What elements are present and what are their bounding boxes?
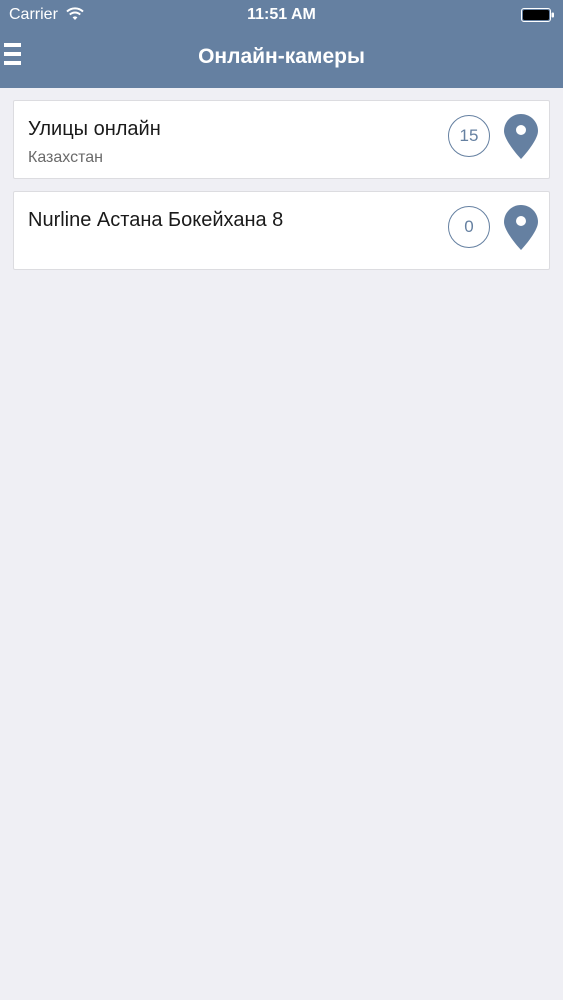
list-item-title: Nurline Астана Бокейхана 8 bbox=[28, 209, 284, 231]
status-bar: Carrier 11:51 AM bbox=[0, 0, 563, 30]
battery-icon bbox=[521, 8, 554, 22]
list-item-title: Улицы онлайн bbox=[28, 118, 161, 140]
map-pin-icon[interactable] bbox=[504, 114, 538, 159]
camera-list: Улицы онлайн Казахстан 15 Nurline Астана… bbox=[13, 100, 550, 282]
navigation-bar: Онлайн-камеры bbox=[0, 30, 563, 88]
camera-count-badge: 0 bbox=[448, 206, 490, 248]
list-item[interactable]: Улицы онлайн Казахстан 15 bbox=[13, 100, 550, 179]
map-pin-icon[interactable] bbox=[504, 205, 538, 250]
page-title: Онлайн-камеры bbox=[198, 45, 365, 68]
camera-count-badge: 15 bbox=[448, 115, 490, 157]
list-item-subtitle: Казахстан bbox=[28, 149, 103, 166]
status-time: 11:51 AM bbox=[247, 6, 316, 23]
list-item[interactable]: Nurline Астана Бокейхана 8 0 bbox=[13, 191, 550, 270]
app-header: Carrier 11:51 AM Онлайн-камеры bbox=[0, 0, 563, 88]
